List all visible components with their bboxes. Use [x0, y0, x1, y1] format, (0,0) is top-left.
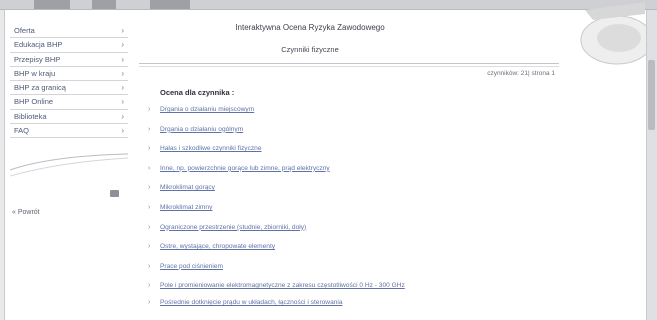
- sidebar-item-label: BHP w kraju: [14, 68, 56, 78]
- bullet-icon: ›: [148, 203, 151, 211]
- vertical-scrollbar[interactable]: [646, 10, 657, 320]
- sidebar-item-bhp-online[interactable]: BHP Online ›: [10, 95, 128, 110]
- list-heading: Ocena dla czynnika :: [160, 88, 235, 97]
- bullet-icon: ›: [148, 243, 151, 251]
- page-subtitle: Czynniki fizyczne: [281, 45, 339, 54]
- list-item[interactable]: › Pośrednie dotknięcie prądu w układach, …: [148, 299, 548, 307]
- sidebar-item-label: BHP Online: [14, 97, 54, 107]
- sidebar-item-label: Przepisy BHP: [14, 54, 61, 64]
- divider: [139, 63, 559, 64]
- list-item[interactable]: › Pole i promieniowanie elektromagnetyczn…: [148, 282, 548, 290]
- factor-list: › Drgania o działaniu miejscowym › Drgania…: [148, 106, 548, 319]
- chevron-right-icon: ›: [121, 26, 124, 35]
- factor-link[interactable]: Pośrednie dotknięcie prądu w układach, ł…: [160, 299, 343, 306]
- chevron-right-icon: ›: [121, 126, 124, 136]
- bullet-icon: ›: [148, 125, 151, 133]
- sidebar-item-faq[interactable]: FAQ ›: [10, 124, 128, 139]
- pagination-counter: czynników: 21| strona 1: [487, 70, 555, 77]
- factor-link[interactable]: Mikroklimat zimny: [160, 204, 212, 211]
- factor-link[interactable]: Inne, np. powierzchnie gorące lub zimne,…: [160, 165, 330, 172]
- list-item[interactable]: › Hałas i szkodliwe czynniki fizyczne: [148, 145, 548, 153]
- decorative-disc-graphic: [580, 2, 648, 65]
- bullet-icon: ›: [148, 164, 151, 172]
- list-item[interactable]: › Prace pod ciśnieniem: [148, 263, 548, 271]
- chevron-right-icon: ›: [121, 40, 124, 50]
- divider: [139, 66, 559, 67]
- bullet-icon: ›: [148, 262, 151, 270]
- list-item[interactable]: › Inne, np. powierzchnie gorące lub zimne…: [148, 165, 548, 173]
- bullet-icon: ›: [148, 223, 151, 231]
- factor-link[interactable]: Drgania o działaniu ogólnym: [160, 126, 243, 133]
- factor-link[interactable]: Mikroklimat gorący: [160, 184, 215, 191]
- factor-link[interactable]: Pole i promieniowanie elektromagnetyczne…: [160, 282, 405, 289]
- print-icon[interactable]: [110, 190, 119, 197]
- sidebar-item-bhp-za-granica[interactable]: BHP za granicą ›: [10, 81, 128, 96]
- sidebar-item-edukacja[interactable]: Edukacja BHP ›: [10, 38, 128, 53]
- sidebar-item-oferta[interactable]: Oferta ›: [10, 24, 128, 39]
- sidebar-item-label: Edukacja BHP: [14, 40, 63, 50]
- chevron-right-icon: ›: [121, 54, 124, 64]
- factor-link[interactable]: Prace pod ciśnieniem: [160, 263, 223, 270]
- list-item[interactable]: › Drgania o działaniu miejscowym: [148, 106, 548, 114]
- bullet-icon: ›: [148, 106, 151, 113]
- sidebar-item-biblioteka[interactable]: Biblioteka ›: [10, 110, 128, 125]
- sidebar-item-label: BHP za granicą: [14, 83, 66, 93]
- sidebar-item-label: Biblioteka: [14, 111, 47, 121]
- toolbar-tab[interactable]: [92, 0, 116, 9]
- chevron-right-icon: ›: [121, 97, 124, 107]
- list-item[interactable]: › Ograniczone przestrzenie (studnie, zbio…: [148, 224, 548, 232]
- bullet-icon: ›: [148, 145, 151, 153]
- chevron-right-icon: ›: [121, 68, 124, 78]
- chevron-right-icon: ›: [121, 111, 124, 121]
- page-title: Interaktywna Ocena Ryzyka Zawodowego: [235, 23, 385, 32]
- bullet-icon: ›: [148, 282, 151, 290]
- toolbar-tab[interactable]: [150, 0, 190, 9]
- factor-link[interactable]: Ostre, wystające, chropowate elementy: [160, 243, 275, 250]
- chevron-right-icon: ›: [121, 83, 124, 93]
- sidebar-menu: Oferta › Edukacja BHP › Przepisy BHP › BHP …: [10, 24, 128, 139]
- toolbar-tab[interactable]: [34, 0, 70, 9]
- sidebar-item-label: FAQ: [14, 126, 30, 136]
- back-link[interactable]: « Powrót: [12, 209, 40, 216]
- sidebar-decorative-curve: [10, 153, 128, 177]
- list-item[interactable]: › Drgania o działaniu ogólnym: [148, 126, 548, 134]
- factor-link[interactable]: Hałas i szkodliwe czynniki fizyczne: [160, 145, 262, 152]
- sidebar-item-przepisy[interactable]: Przepisy BHP ›: [10, 53, 128, 67]
- sidebar-item-bhp-w-kraju[interactable]: BHP w kraju ›: [10, 67, 128, 82]
- bullet-icon: ›: [148, 184, 151, 192]
- factor-link[interactable]: Ograniczone przestrzenie (studnie, zbior…: [160, 224, 306, 231]
- sidebar-item-label: Oferta: [14, 26, 35, 35]
- scrollbar-thumb[interactable]: [648, 60, 655, 130]
- factor-link[interactable]: Drgania o działaniu miejscowym: [160, 106, 254, 113]
- list-item[interactable]: › Mikroklimat zimny: [148, 204, 548, 212]
- list-item[interactable]: › Mikroklimat gorący: [148, 184, 548, 192]
- bullet-icon: ›: [148, 299, 151, 307]
- list-item[interactable]: › Ostre, wystające, chropowate elementy: [148, 243, 548, 251]
